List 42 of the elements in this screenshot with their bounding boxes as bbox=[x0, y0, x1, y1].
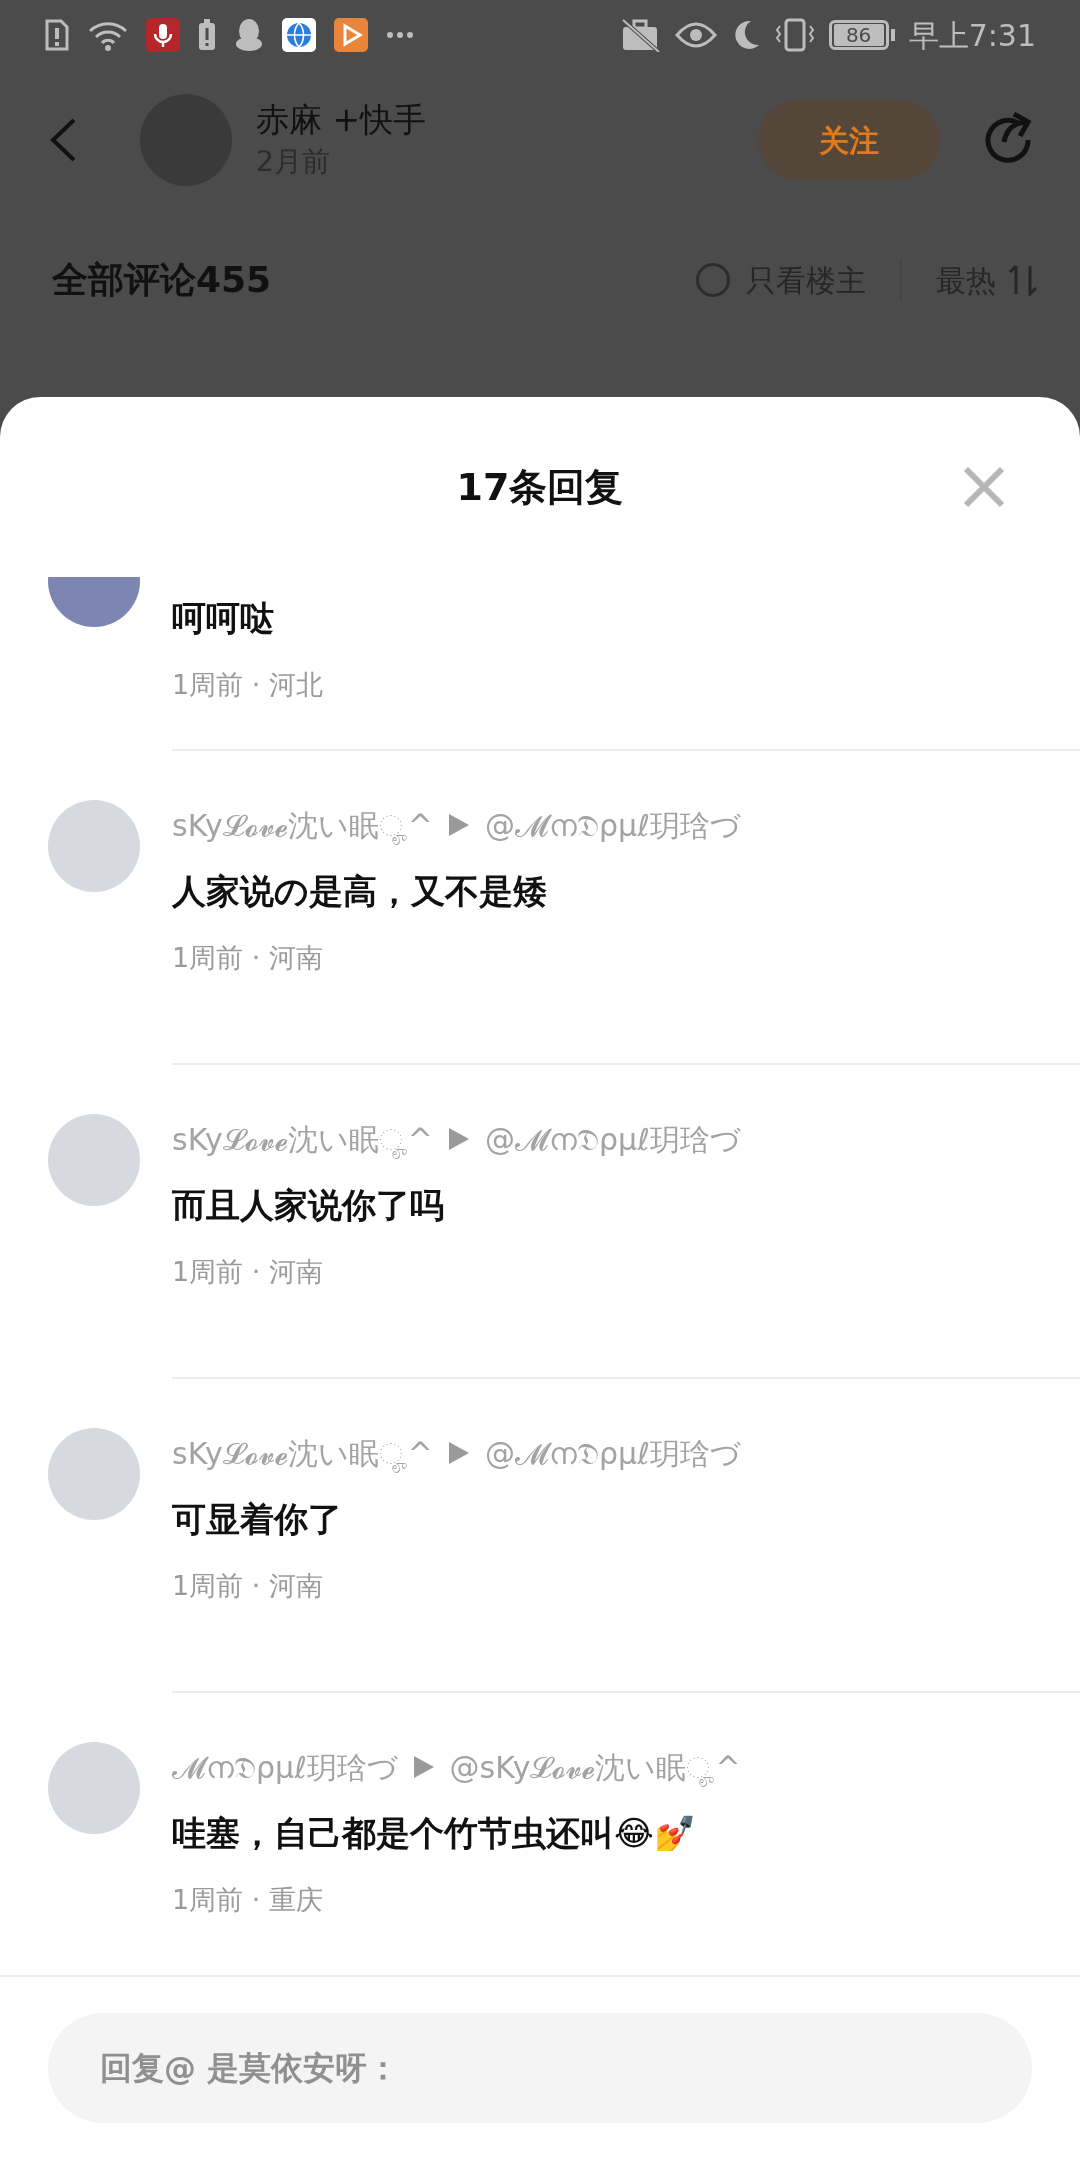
play-arrow-icon bbox=[449, 814, 469, 836]
username[interactable]: sKy𝓛𝓸𝓿𝓮沈い眠ೄ^ bbox=[172, 1116, 433, 1162]
author-name[interactable]: 赤麻 +快手 bbox=[256, 98, 427, 142]
play-arrow-icon bbox=[449, 1128, 469, 1150]
mentioned-username[interactable]: @𝓜ന𝔇ρμℓ玥琀づ bbox=[485, 1116, 741, 1162]
comments-title: 全部评论455 bbox=[52, 258, 272, 302]
follow-button[interactable]: 关注 bbox=[758, 100, 940, 180]
clock-text: 早上7:31 bbox=[908, 16, 1036, 55]
reply-meta: 1周前 · 河南 bbox=[172, 1569, 324, 1603]
suitcase-off-icon bbox=[620, 18, 661, 52]
mentioned-username[interactable]: @sKy𝓛𝓸𝓿𝓮沈い眠ೄ^ bbox=[449, 1744, 741, 1790]
more-icon bbox=[386, 31, 414, 39]
reply-text: 而且人家说你了吗 bbox=[172, 1184, 445, 1227]
microphone-icon bbox=[146, 18, 180, 52]
play-arrow-icon bbox=[413, 1756, 434, 1778]
mentioned-username[interactable]: @𝓜ന𝔇ρμℓ玥琀づ bbox=[485, 802, 741, 848]
reply-text: 可显着你了 bbox=[172, 1498, 343, 1541]
reply-text: 哇塞，自己都是个竹节虫还叫😂💅 bbox=[172, 1812, 697, 1855]
play-arrow-icon bbox=[449, 1442, 469, 1464]
sort-icon bbox=[1006, 264, 1040, 296]
reply-meta: 1周前 · 河南 bbox=[172, 1255, 324, 1289]
back-icon[interactable] bbox=[48, 117, 78, 163]
reply-meta: 1周前 · 河南 bbox=[172, 941, 324, 975]
username[interactable]: sKy𝓛𝓸𝓿𝓮沈い眠ೄ^ bbox=[172, 802, 433, 848]
sheet-title: 17条回复 bbox=[456, 463, 624, 511]
battery-alert-icon bbox=[198, 19, 216, 51]
reply-meta: 1周前 · 重庆 bbox=[172, 1883, 324, 1917]
battery-level-text: 86 bbox=[833, 24, 884, 46]
globe-app-icon bbox=[282, 18, 316, 52]
sim-alert-icon bbox=[44, 19, 70, 51]
reply-text: 呵呵哒 bbox=[172, 597, 275, 640]
reply-text: 人家说の是高，又不是矮 bbox=[172, 870, 548, 913]
mentioned-username[interactable]: @𝓜ന𝔇ρμℓ玥琀づ bbox=[485, 1430, 741, 1476]
reply-input-field[interactable]: 回复@ 是莫依安呀： bbox=[48, 2013, 1032, 2123]
reply-meta: 1周前 · 河北 bbox=[172, 668, 324, 702]
play-app-icon bbox=[334, 18, 368, 52]
close-icon[interactable] bbox=[962, 465, 1006, 509]
vibrate-icon bbox=[774, 18, 815, 52]
username[interactable]: sKy𝓛𝓸𝓿𝓮沈い眠ೄ^ bbox=[172, 1430, 433, 1476]
wifi-icon bbox=[88, 19, 128, 51]
eye-icon bbox=[674, 21, 717, 49]
username[interactable]: 𝓜ന𝔇ρμℓ玥琀づ bbox=[172, 1744, 398, 1790]
